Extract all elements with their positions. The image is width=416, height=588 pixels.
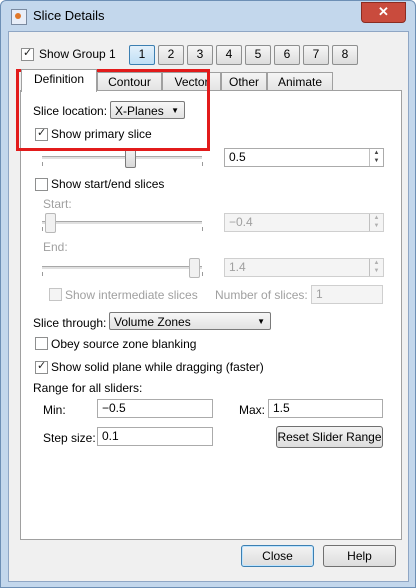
primary-slider-track[interactable] xyxy=(42,156,202,160)
end-value: 1.4 xyxy=(229,260,246,274)
end-slider-thumb xyxy=(189,258,200,278)
primary-spinner[interactable]: ▲ ▼ xyxy=(369,149,383,166)
end-value-field: 1.4 xyxy=(224,258,384,277)
show-intermediate-label: Show intermediate slices xyxy=(65,288,198,302)
slider-tick xyxy=(42,272,43,276)
end-label: End: xyxy=(43,240,68,254)
number-of-slices-field: 1 xyxy=(311,285,383,304)
group-button-2[interactable]: 2 xyxy=(158,45,184,65)
end-slider-track xyxy=(42,266,202,270)
window-close-button[interactable]: ✕ xyxy=(361,2,406,23)
show-group-checkbox[interactable] xyxy=(21,46,34,61)
slice-details-window: Slice Details ✕ Show Group 1 12345678 De… xyxy=(0,0,416,588)
obey-zone-blanking-checkbox[interactable] xyxy=(35,337,48,350)
step-size-value: 0.1 xyxy=(102,429,119,443)
step-size-label: Step size: xyxy=(43,431,96,445)
slice-through-label: Slice through: xyxy=(33,316,107,330)
max-label: Max: xyxy=(239,403,266,417)
slider-tick xyxy=(42,162,43,166)
number-of-slices-value: 1 xyxy=(316,287,323,301)
slice-through-dropdown[interactable]: Volume Zones ▼ xyxy=(109,312,271,330)
slider-tick xyxy=(42,227,43,231)
group-button-5[interactable]: 5 xyxy=(245,45,271,65)
close-button[interactable]: Close xyxy=(241,545,314,567)
group-button-1[interactable]: 1 xyxy=(129,45,155,65)
show-intermediate-checkbox xyxy=(49,288,62,301)
tab-other[interactable]: Other xyxy=(221,72,267,91)
start-spinner: ▲ ▼ xyxy=(369,214,383,231)
slider-tick xyxy=(202,227,203,231)
solid-plane-checkbox[interactable] xyxy=(35,359,48,374)
step-size-field[interactable]: 0.1 xyxy=(97,427,213,446)
group-button-7[interactable]: 7 xyxy=(303,45,329,65)
max-value: 1.5 xyxy=(273,401,290,415)
show-start-end-checkbox[interactable] xyxy=(35,178,48,191)
range-label: Range for all sliders: xyxy=(33,381,143,395)
show-start-end-label: Show start/end slices xyxy=(51,177,165,191)
show-group-label: Show Group 1 xyxy=(39,47,116,61)
primary-slider-thumb[interactable] xyxy=(125,148,136,168)
group-button-6[interactable]: 6 xyxy=(274,45,300,65)
solid-plane-label: Show solid plane while dragging (faster) xyxy=(51,360,264,374)
tab-animate[interactable]: Animate xyxy=(267,72,333,91)
start-slider-thumb xyxy=(45,213,56,233)
slider-tick xyxy=(202,272,203,276)
end-spinner: ▲ ▼ xyxy=(369,259,383,276)
window-title: Slice Details xyxy=(33,8,105,23)
number-of-slices-label: Number of slices: xyxy=(215,288,308,302)
start-value: −0.4 xyxy=(229,215,253,229)
start-slider-track xyxy=(42,221,202,225)
min-label: Min: xyxy=(43,403,66,417)
app-icon xyxy=(11,9,27,25)
dropdown-arrow-icon: ▼ xyxy=(257,317,265,326)
min-field[interactable]: −0.5 xyxy=(97,399,213,418)
reset-slider-range-button[interactable]: Reset Slider Range xyxy=(276,426,383,448)
obey-zone-blanking-label: Obey source zone blanking xyxy=(51,337,197,351)
max-field[interactable]: 1.5 xyxy=(268,399,383,418)
tab-definition[interactable]: Definition xyxy=(21,69,97,92)
primary-slice-value: 0.5 xyxy=(229,150,246,164)
slider-tick xyxy=(202,162,203,166)
group-button-3[interactable]: 3 xyxy=(187,45,213,65)
start-value-field: −0.4 xyxy=(224,213,384,232)
min-value: −0.5 xyxy=(102,401,126,415)
group-button-4[interactable]: 4 xyxy=(216,45,242,65)
title-bar: Slice Details ✕ xyxy=(1,1,415,31)
start-label: Start: xyxy=(43,197,72,211)
slice-through-value: Volume Zones xyxy=(114,315,191,329)
help-button[interactable]: Help xyxy=(323,545,396,567)
group-button-8[interactable]: 8 xyxy=(332,45,358,65)
primary-slice-value-field[interactable]: 0.5 xyxy=(224,148,384,167)
